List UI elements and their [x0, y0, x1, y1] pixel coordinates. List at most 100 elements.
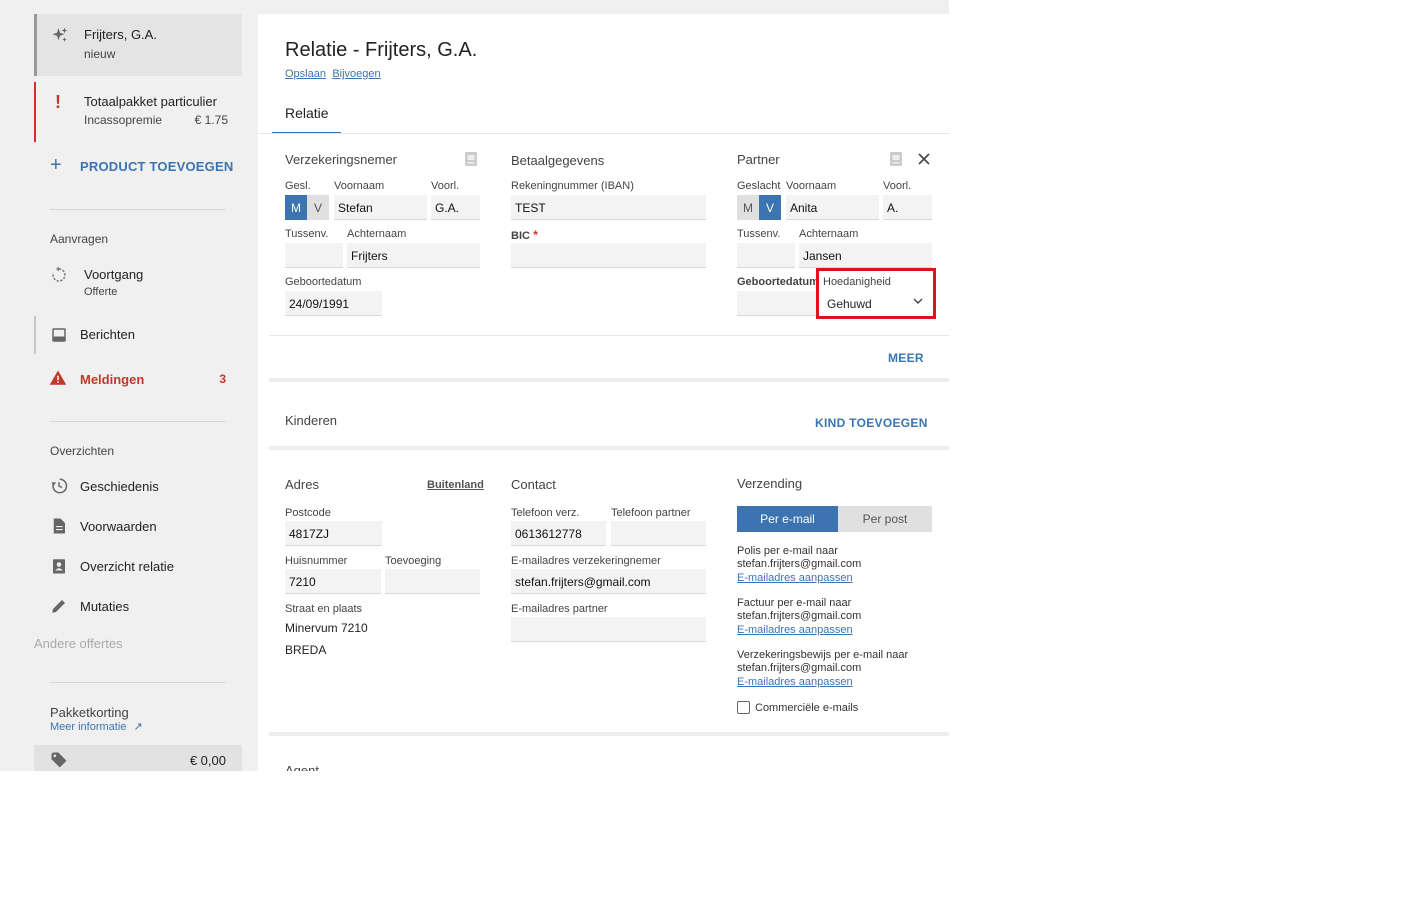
- progress-icon: [52, 266, 66, 282]
- voorl-field[interactable]: G.A.: [431, 195, 480, 220]
- tussenv-field[interactable]: [285, 243, 343, 268]
- partner-voorl-field[interactable]: A.: [883, 195, 932, 220]
- polis-aanpassen-link[interactable]: E-mailadres aanpassen: [737, 572, 853, 584]
- meldingen-label: Meldingen: [80, 372, 145, 387]
- straat-label: Straat en plaats: [285, 603, 363, 615]
- tussenv-label: Tussenv.: [285, 228, 329, 240]
- pencil-icon: [52, 600, 65, 613]
- geboortedatum-label: Geboortedatum: [285, 276, 362, 288]
- partner-tussenv-label: Tussenv.: [737, 228, 781, 240]
- buitenland-link[interactable]: Buitenland: [427, 479, 484, 491]
- divider: [50, 209, 226, 210]
- voorwaarden-label: Voorwaarden: [80, 519, 157, 534]
- hoedanigheid-select[interactable]: Gehuwd: [823, 291, 929, 313]
- attach-link[interactable]: Bijvoegen: [332, 68, 380, 80]
- partner-achternaam-field[interactable]: Jansen: [799, 243, 932, 268]
- section-divider: [269, 732, 949, 736]
- sidebar-item-mutaties[interactable]: Mutaties: [34, 594, 242, 618]
- sparkle-icon: [52, 27, 68, 42]
- sidebar-item-meldingen[interactable]: Meldingen 3: [34, 366, 242, 392]
- chevron-down-icon: [913, 298, 923, 304]
- email-partner-field[interactable]: [511, 617, 706, 642]
- voorl-label: Voorl.: [431, 180, 460, 192]
- partner-gender-v-toggle[interactable]: V: [759, 195, 781, 220]
- factuur-email: stefan.frijters@gmail.com: [737, 610, 862, 622]
- kind-toevoegen-button[interactable]: KIND TOEVOEGEN: [815, 416, 928, 430]
- overzicht-relatie-label: Overzicht relatie: [80, 559, 174, 574]
- divider: [50, 421, 226, 422]
- polis-email: stefan.frijters@gmail.com: [737, 558, 862, 570]
- hoedanigheid-value: Gehuwd: [827, 297, 872, 311]
- product-amount: € 1.75: [194, 113, 228, 127]
- section-aanvragen: Aanvragen: [50, 232, 109, 246]
- meer-informatie-link[interactable]: Meer informatie ↗: [50, 720, 143, 733]
- page-title: Relatie - Frijters, G.A.: [285, 39, 478, 61]
- adres-title: Adres: [285, 477, 319, 492]
- sidebar-item-voortgang[interactable]: Voortgang Offerte: [34, 262, 242, 302]
- commercieel-checkbox[interactable]: [737, 701, 750, 714]
- factuur-aanpassen-link[interactable]: E-mailadres aanpassen: [737, 624, 853, 636]
- id-card-icon[interactable]: [464, 151, 478, 167]
- top-bar: [258, 0, 949, 14]
- gender-v-toggle[interactable]: V: [307, 195, 329, 220]
- achternaam-label: Achternaam: [347, 228, 407, 240]
- plus-icon: +: [50, 154, 62, 176]
- voornaam-label: Voornaam: [334, 180, 385, 192]
- achternaam-field[interactable]: Frijters: [347, 243, 480, 268]
- berichten-label: Berichten: [80, 327, 135, 342]
- agent-title: Agent: [285, 763, 319, 771]
- document-icon: [53, 518, 65, 534]
- huisnummer-field[interactable]: 7210: [285, 569, 381, 594]
- partner-voornaam-field[interactable]: Anita: [786, 195, 879, 220]
- partner-geboortedatum-label: Geboortedatum: [737, 276, 819, 288]
- andere-offertes[interactable]: Andere offertes: [34, 636, 123, 651]
- warning-icon: [49, 370, 67, 385]
- gender-m-toggle[interactable]: M: [285, 195, 307, 220]
- bic-label-wrap: BIC *: [511, 228, 538, 242]
- sidebar-item-voorwaarden[interactable]: Voorwaarden: [34, 514, 242, 538]
- iban-field[interactable]: TEST: [511, 195, 706, 220]
- product-title: Totaalpakket particulier: [84, 94, 217, 109]
- inbox-icon: [52, 328, 66, 342]
- meer-button[interactable]: MEER: [888, 351, 924, 365]
- tel-partner-label: Telefoon partner: [611, 507, 691, 519]
- id-card-icon[interactable]: [889, 151, 903, 167]
- per-email-toggle[interactable]: Per e-mail: [737, 506, 838, 532]
- tel-verz-field[interactable]: 0613612778: [511, 521, 606, 546]
- required-marker: *: [533, 228, 538, 242]
- toevoeging-field[interactable]: [385, 569, 480, 594]
- section-overzichten: Overzichten: [50, 444, 115, 458]
- geboortedatum-field[interactable]: 24/09/1991: [285, 291, 382, 316]
- tel-verz-label: Telefoon verz.: [511, 507, 580, 519]
- product-card[interactable]: ! Totaalpakket particulier Incassopremie…: [34, 82, 242, 142]
- sidebar-item-berichten[interactable]: Berichten: [34, 316, 242, 354]
- email-verz-field[interactable]: stefan.frijters@gmail.com: [511, 569, 706, 594]
- voortgang-label: Voortgang: [84, 267, 144, 282]
- sidebar-item-geschiedenis[interactable]: Geschiedenis: [34, 474, 242, 498]
- partner-achternaam-label: Achternaam: [799, 228, 859, 240]
- partner-tussenv-field[interactable]: [737, 243, 795, 268]
- partner-geboortedatum-field[interactable]: [737, 291, 817, 316]
- sidebar-item-overzicht-relatie[interactable]: Overzicht relatie: [34, 554, 242, 578]
- add-product-button[interactable]: + PRODUCT TOEVOEGEN: [50, 154, 240, 177]
- partner-gender-m-toggle[interactable]: M: [737, 195, 759, 220]
- divider: [50, 682, 226, 683]
- current-relation-card[interactable]: Frijters, G.A. nieuw: [34, 14, 242, 76]
- current-relation-status: nieuw: [84, 47, 116, 61]
- per-post-toggle[interactable]: Per post: [838, 506, 932, 532]
- tab-relatie[interactable]: Relatie: [285, 105, 329, 121]
- tel-partner-field[interactable]: [611, 521, 706, 546]
- meer-informatie-label: Meer informatie: [50, 721, 127, 733]
- bewijs-aanpassen-link[interactable]: E-mailadres aanpassen: [737, 676, 853, 688]
- bic-field[interactable]: [511, 243, 706, 268]
- save-link[interactable]: Opslaan: [285, 68, 326, 80]
- partner-voorl-label: Voorl.: [883, 180, 912, 192]
- kinderen-title: Kinderen: [285, 413, 338, 428]
- email-verz-label: E-mailadres verzekeringnemer: [511, 555, 661, 567]
- voornaam-field[interactable]: Stefan: [334, 195, 427, 220]
- postcode-field[interactable]: 4817ZJ: [285, 521, 382, 546]
- plaats-value: BREDA: [285, 643, 327, 657]
- bewijs-line: Verzekeringsbewijs per e-mail naar: [737, 649, 909, 661]
- close-icon[interactable]: [918, 153, 930, 165]
- section-divider: [269, 378, 949, 382]
